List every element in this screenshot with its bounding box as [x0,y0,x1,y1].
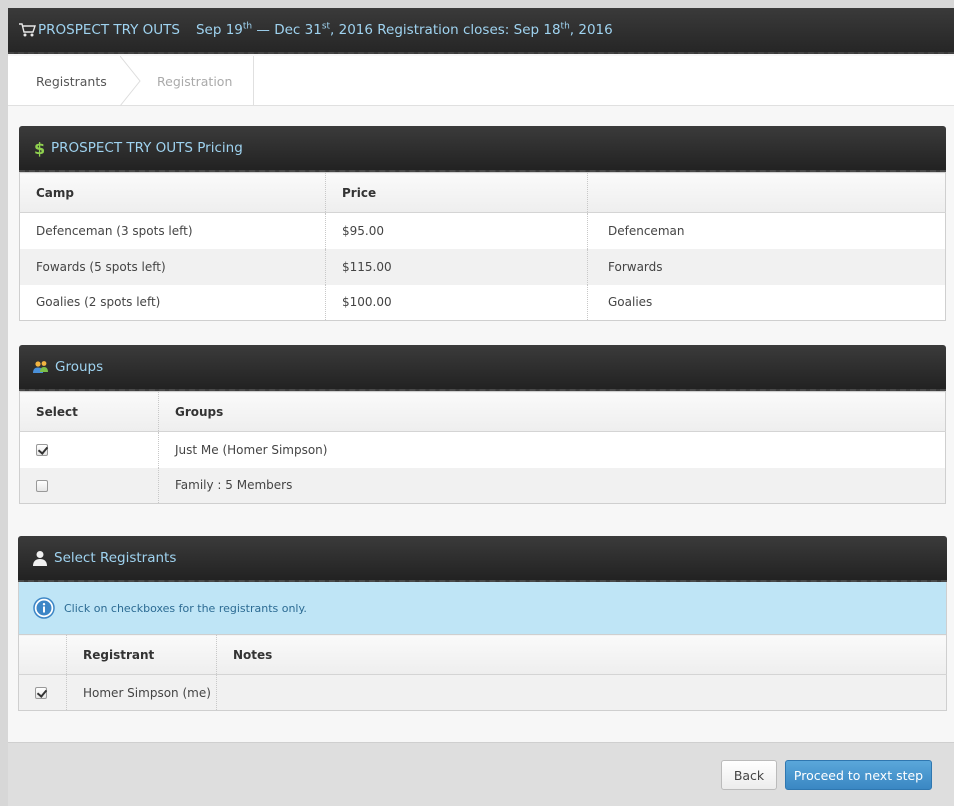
wizard-steps: Registrants Registration [8,56,954,106]
col-groups: Groups [158,391,946,432]
camp-price: $115.00 [325,248,588,285]
table-row: Family : 5 Members [19,467,946,504]
camp-name: Fowards (5 spots left) [19,248,326,285]
group-checkbox[interactable] [36,479,48,492]
pricing-panel: $ PROSPECT TRY OUTS Pricing Camp Price D… [19,126,946,321]
col-extra [587,172,946,213]
info-text: Click on checkboxes for the registrants … [64,601,307,615]
user-icon [33,551,47,566]
registrant-notes[interactable] [216,674,947,711]
pricing-table: Camp Price Defenceman (3 spots left) $95… [19,172,946,321]
registrant-select-cell [18,674,67,711]
registrant-checkbox[interactable] [35,687,47,699]
proceed-button[interactable]: Proceed to next step [785,760,932,790]
col-check [18,634,67,675]
table-row: Just Me (Homer Simpson) [19,431,946,468]
group-select-cell [19,431,159,468]
camp-label: Forwards [587,248,946,285]
info-alert: Click on checkboxes for the registrants … [18,582,947,634]
groups-panel-header: Groups [19,345,946,391]
col-registrant: Registrant [66,634,217,675]
col-notes: Notes [216,634,947,675]
table-row: Defenceman (3 spots left) $95.00 Defence… [19,212,946,249]
camp-name: Defenceman (3 spots left) [19,212,326,249]
event-dates: Sep 19th — Dec 31st, 2016 Registration c… [195,21,613,38]
group-checkbox[interactable] [36,444,48,457]
group-label: Just Me (Homer Simpson) [175,442,328,457]
pricing-panel-header: $ PROSPECT TRY OUTS Pricing [19,126,946,172]
camp-label: Goalies [608,295,653,310]
table-row: Fowards (5 spots left) $115.00 Forwards [19,248,946,285]
groups-table: Select Groups Just Me (Homer Simpson) Fa… [19,391,946,504]
registrants-panel-header: Select Registrants [18,536,947,582]
registrants-table: Registrant Notes Homer Simpson (me) [18,634,947,711]
groups-panel: Groups Select Groups Just Me (Homer Simp… [19,345,946,504]
camp-name: Goalies (2 spots left) [19,284,326,321]
step-registrants[interactable]: Registrants [10,56,120,106]
footer-bar: Back Proceed to next step [8,742,954,806]
table-row: Goalies (2 spots left) $100.00 Goalies [19,284,946,321]
table-row: Homer Simpson (me) [18,674,947,711]
event-header-bar: PROSPECT TRY OUTS Sep 19th — Dec 31st, 2… [8,8,954,54]
dollar-icon: $ [34,139,45,157]
page: PROSPECT TRY OUTS Sep 19th — Dec 31st, 2… [8,8,954,806]
registrants-panel: Select Registrants Click on checkboxes f… [18,536,947,711]
group-label: Family : 5 Members [158,467,946,504]
event-title: PROSPECT TRY OUTS [38,22,180,38]
camp-price: $95.00 [325,212,588,249]
people-icon [33,361,48,373]
cart-icon [19,23,36,37]
svg-text:$: $ [34,139,45,157]
back-button[interactable]: Back [721,760,777,790]
group-select-cell [19,467,159,504]
groups-title: Groups [55,359,104,375]
col-camp: Camp [19,172,326,213]
info-icon [33,597,55,619]
step-chevron [120,56,141,106]
camp-label: Defenceman [608,223,685,238]
camp-price: $100.00 [325,284,588,321]
registrants-title: Select Registrants [54,550,177,566]
step-registration[interactable]: Registration [142,56,254,106]
registrant-name: Homer Simpson (me) [66,674,217,711]
pricing-title: PROSPECT TRY OUTS Pricing [51,140,243,156]
col-price: Price [325,172,588,213]
col-select: Select [19,391,159,432]
